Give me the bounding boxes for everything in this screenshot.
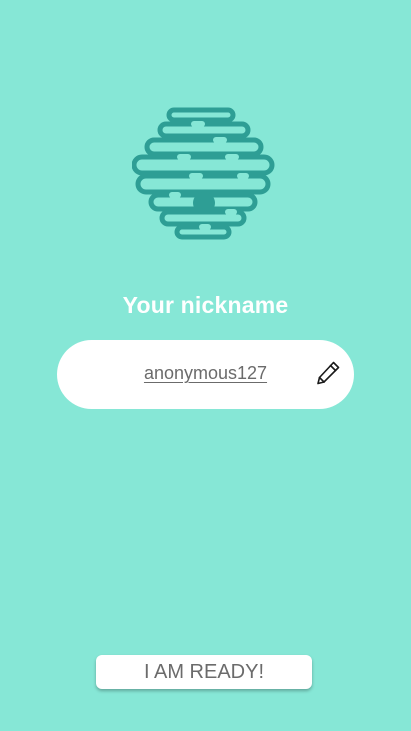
ready-button[interactable]: I AM READY! <box>96 655 312 689</box>
nickname-field[interactable]: anonymous127 <box>57 340 354 409</box>
nickname-value[interactable]: anonymous127 <box>57 363 354 384</box>
pencil-icon[interactable] <box>313 358 343 388</box>
page-title: Your nickname <box>122 292 289 318</box>
beehive-icon <box>131 102 276 246</box>
